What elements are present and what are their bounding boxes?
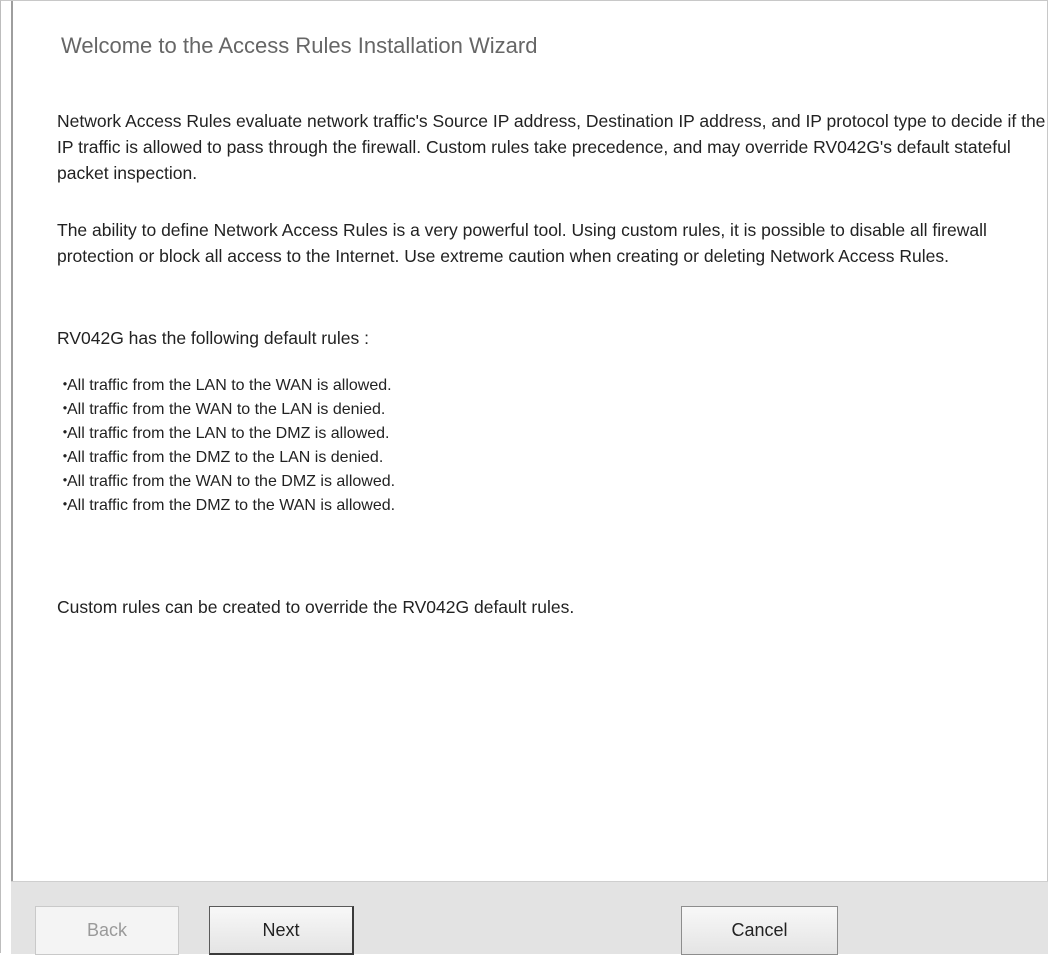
bullet-icon: ・ bbox=[57, 497, 74, 514]
rule-text: All traffic from the WAN to the DMZ is a… bbox=[67, 473, 396, 490]
rule-text: All traffic from the LAN to the DMZ is a… bbox=[67, 425, 390, 442]
list-item: ・All traffic from the LAN to the WAN is … bbox=[57, 374, 395, 398]
list-item: ・All traffic from the DMZ to the WAN is … bbox=[57, 494, 395, 518]
list-item: ・All traffic from the DMZ to the LAN is … bbox=[57, 446, 395, 470]
bullet-icon: ・ bbox=[57, 377, 74, 394]
rule-text: All traffic from the LAN to the WAN is a… bbox=[67, 377, 392, 394]
next-button[interactable]: Next bbox=[209, 906, 354, 955]
wizard-footer: Back Next Cancel bbox=[11, 881, 1048, 955]
wizard-title: Welcome to the Access Rules Installation… bbox=[61, 33, 538, 58]
access-rules-wizard: Welcome to the Access Rules Installation… bbox=[0, 0, 1048, 955]
rule-text: All traffic from the DMZ to the LAN is d… bbox=[67, 449, 384, 466]
intro-paragraph: Network Access Rules evaluate network tr… bbox=[57, 111, 1046, 183]
rule-text: All traffic from the DMZ to the WAN is a… bbox=[67, 497, 396, 514]
rule-text: All traffic from the WAN to the LAN is d… bbox=[67, 401, 386, 418]
back-button[interactable]: Back bbox=[35, 906, 179, 955]
default-rules-heading: RV042G has the following default rules : bbox=[57, 328, 369, 348]
bullet-icon: ・ bbox=[57, 473, 74, 490]
list-item: ・All traffic from the WAN to the LAN is … bbox=[57, 398, 395, 422]
bullet-icon: ・ bbox=[57, 449, 74, 466]
bullet-icon: ・ bbox=[57, 401, 74, 418]
warning-paragraph: The ability to define Network Access Rul… bbox=[57, 220, 987, 266]
list-item: ・All traffic from the WAN to the DMZ is … bbox=[57, 470, 395, 494]
wizard-content: Welcome to the Access Rules Installation… bbox=[11, 1, 1045, 881]
cancel-button[interactable]: Cancel bbox=[681, 906, 838, 955]
bullet-icon: ・ bbox=[57, 425, 74, 442]
override-note: Custom rules can be created to override … bbox=[57, 597, 575, 617]
list-item: ・All traffic from the LAN to the DMZ is … bbox=[57, 422, 395, 446]
default-rules-list: ・All traffic from the LAN to the WAN is … bbox=[57, 374, 395, 518]
